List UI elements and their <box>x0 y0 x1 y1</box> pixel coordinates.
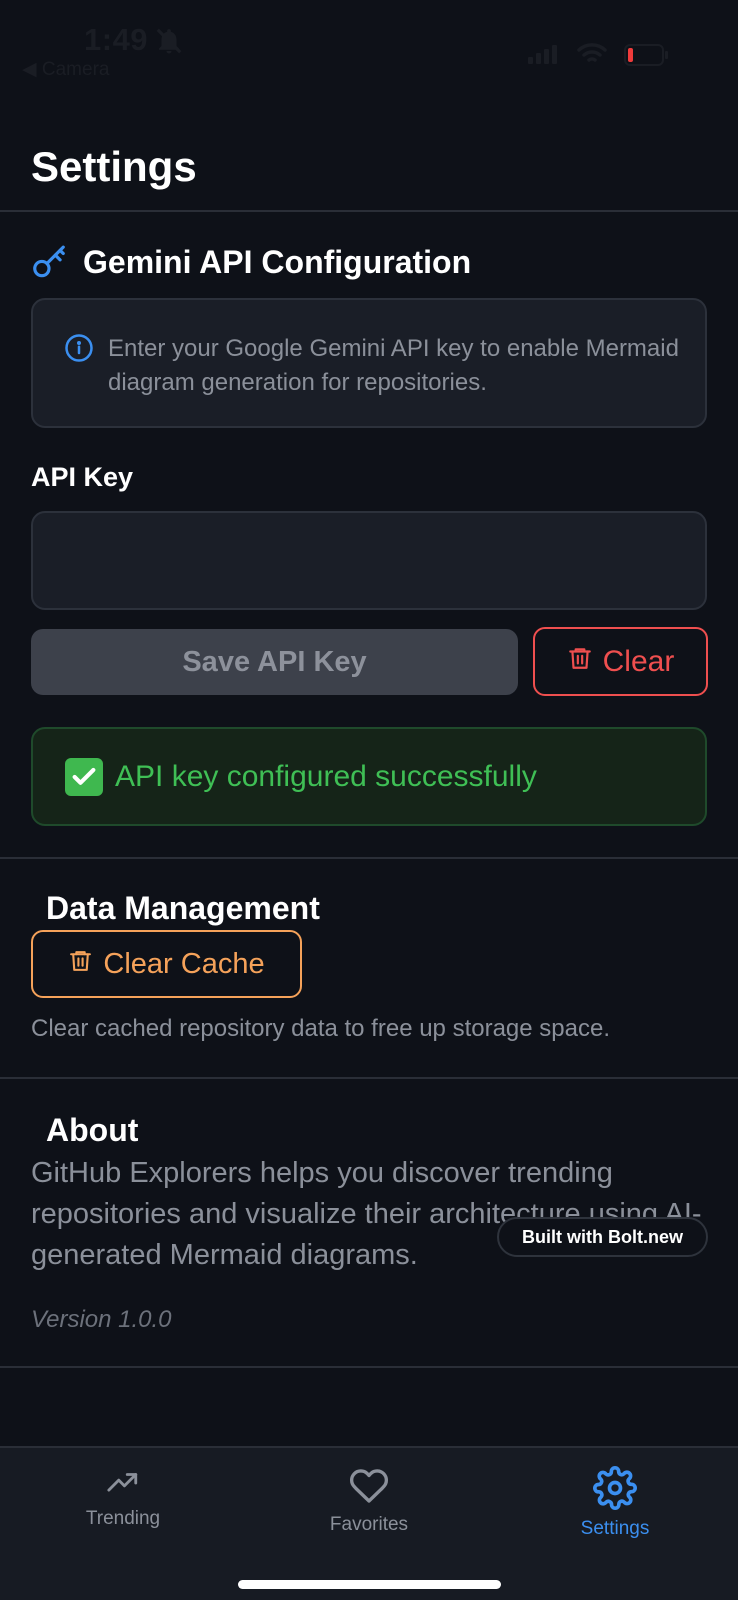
data-management-heading: Data Management <box>46 890 320 926</box>
check-mark-icon <box>65 757 103 796</box>
save-api-key-button[interactable]: Save API Key <box>31 629 518 695</box>
bell-slash-icon <box>154 26 184 61</box>
battery-low-icon <box>624 44 670 71</box>
tab-favorites[interactable]: Favorites <box>246 1448 492 1558</box>
tab-trending[interactable]: Trending <box>0 1448 246 1558</box>
save-api-key-label: Save API Key <box>182 645 367 678</box>
info-text: Enter your Google Gemini API key to enab… <box>108 335 679 396</box>
info-icon <box>64 333 94 368</box>
tab-trending-label: Trending <box>85 1508 161 1529</box>
clear-cache-button[interactable]: Clear Cache <box>31 930 302 998</box>
clear-api-key-label: Clear <box>602 644 675 678</box>
home-indicator[interactable] <box>238 1580 501 1589</box>
clear-api-key-button[interactable]: Clear <box>533 627 708 696</box>
bolt-badge[interactable]: Built with Bolt.new <box>497 1217 708 1257</box>
about-text: GitHub Explorers helps you discover tren… <box>31 1157 702 1271</box>
wifi-icon <box>576 42 608 71</box>
heart-icon <box>349 1469 389 1503</box>
clear-cache-description: Clear cached repository data to free up … <box>31 1015 610 1042</box>
back-to-camera-link[interactable]: ◀ Camera <box>22 58 109 81</box>
signal-icon <box>528 44 558 69</box>
tab-settings-label: Settings <box>580 1518 650 1539</box>
trash-icon <box>68 947 93 982</box>
gemini-section-heading: Gemini API Configuration <box>83 244 472 280</box>
info-box: Enter your Google Gemini API key to enab… <box>31 298 707 428</box>
api-key-label: API Key <box>31 462 134 492</box>
gear-icon <box>593 1466 637 1510</box>
success-message: API key configured successfully <box>31 727 707 826</box>
status-bar: 1:49 ◀ Camera <box>0 0 738 90</box>
divider <box>0 857 738 859</box>
clear-cache-label: Clear Cache <box>103 947 265 980</box>
trash-icon <box>567 644 593 680</box>
status-time: 1:49 <box>84 22 149 57</box>
tab-favorites-label: Favorites <box>329 1514 409 1535</box>
page-title: Settings <box>31 143 197 190</box>
about-heading: About <box>46 1112 139 1148</box>
tab-bar: Trending Favorites Settings <box>0 1446 738 1600</box>
divider <box>0 1077 738 1079</box>
success-text: API key configured successfully <box>115 759 537 793</box>
key-icon <box>30 244 68 287</box>
api-key-input[interactable] <box>31 511 707 610</box>
tab-settings[interactable]: Settings <box>492 1448 738 1558</box>
version-text: Version 1.0.0 <box>31 1306 172 1333</box>
trending-up-icon <box>107 1473 138 1492</box>
divider <box>0 1366 738 1368</box>
divider <box>0 210 738 212</box>
